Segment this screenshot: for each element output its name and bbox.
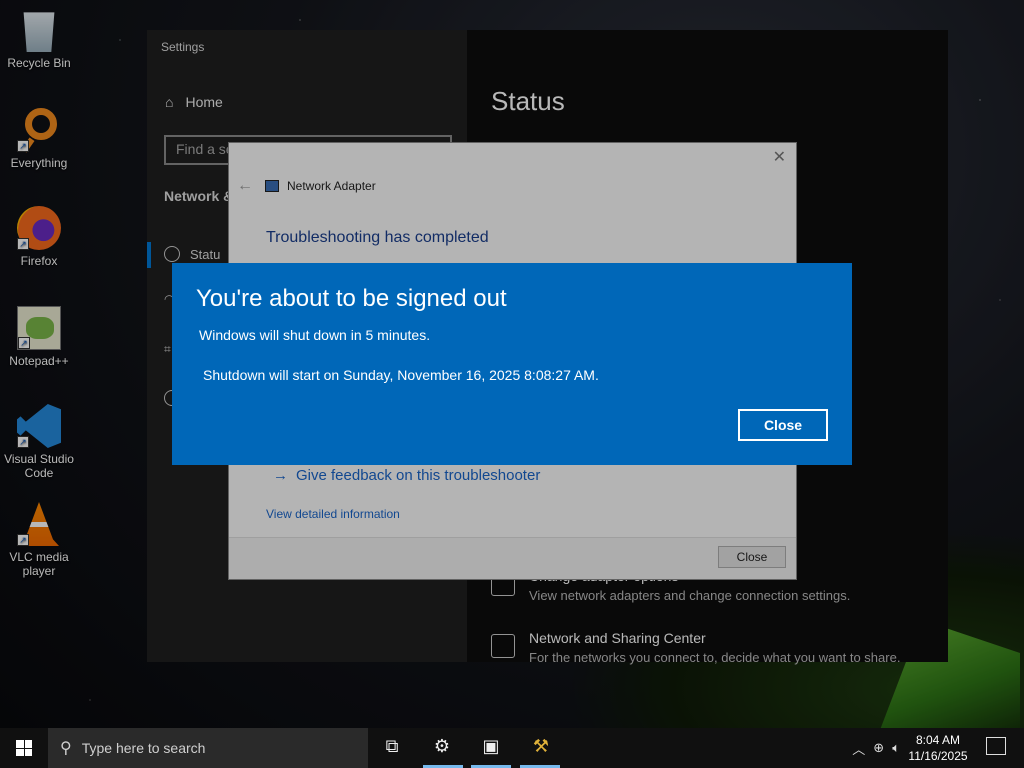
network-globe-icon[interactable]: ⊕ — [873, 740, 884, 756]
taskbar: ⚲ Type here to search ⧉ ⚙ ▣ ⚒ ︿ ⊕ 🔈︎ 8:0… — [0, 728, 1024, 768]
shutdown-time-message: Shutdown will start on Sunday, November … — [203, 367, 599, 383]
clock[interactable]: 8:04 AM 11/16/2025 — [908, 732, 968, 764]
taskbar-search[interactable]: ⚲ Type here to search — [48, 728, 368, 768]
signout-close-button[interactable]: Close — [738, 409, 828, 441]
chevron-up-icon[interactable]: ︿ — [852, 739, 865, 758]
task-view-icon[interactable]: ⧉ — [379, 736, 405, 760]
notifications-icon[interactable] — [986, 737, 1006, 755]
signout-title: You're about to be signed out — [196, 285, 507, 312]
windows-logo-icon — [16, 740, 32, 756]
start-button[interactable] — [0, 728, 48, 768]
system-tray: ︿ ⊕ 🔈︎ — [852, 728, 900, 768]
signout-dialog: You're about to be signed out Windows wi… — [172, 263, 852, 465]
troubleshooter-taskbar-icon[interactable]: ⚒ — [528, 736, 554, 760]
volume-muted-icon[interactable]: 🔈︎ — [892, 740, 900, 756]
search-icon: ⚲ — [60, 740, 72, 757]
settings-gear-icon[interactable]: ⚙ — [429, 736, 455, 760]
network-adapter-taskbar-icon[interactable]: ▣ — [478, 736, 504, 760]
signout-message: Windows will shut down in 5 minutes. — [199, 327, 431, 343]
